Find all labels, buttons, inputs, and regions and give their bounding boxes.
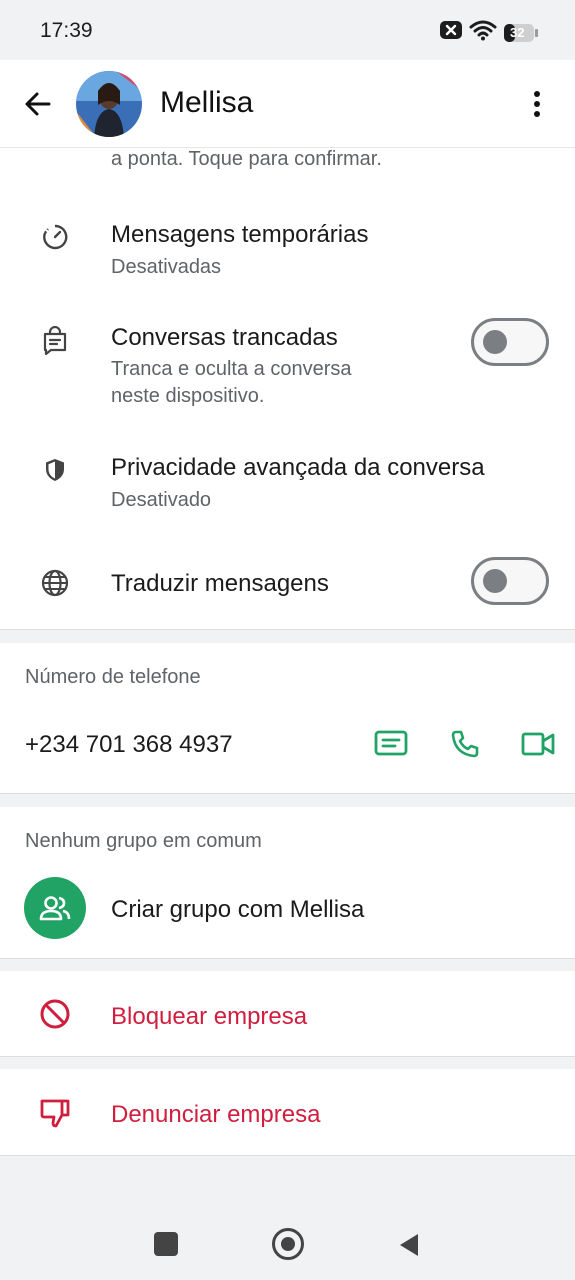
report-card[interactable]: Denunciar empresa xyxy=(0,1069,575,1156)
groups-card: Nenhum grupo em comum Criar grupo com Me… xyxy=(0,807,575,959)
more-vert-icon xyxy=(534,91,540,117)
locked-chats-toggle[interactable] xyxy=(471,318,549,366)
battery-icon: 32 xyxy=(503,23,539,43)
triangle-back-icon xyxy=(400,1234,418,1256)
block-icon xyxy=(38,997,72,1031)
report-business-label: Denunciar empresa xyxy=(111,1101,321,1128)
contact-name[interactable]: Mellisa xyxy=(160,86,253,120)
toggle-knob xyxy=(483,330,507,354)
locked-chat-icon xyxy=(38,324,72,358)
phone-card: Número de telefone +234 701 368 4937 xyxy=(0,643,575,794)
phone-number[interactable]: +234 701 368 4937 xyxy=(25,731,233,759)
groups-section-label: Nenhum grupo em comum xyxy=(25,830,262,852)
disappearing-messages-title: Mensagens temporárias xyxy=(111,221,369,248)
disappearing-messages-subtitle: Desativadas xyxy=(111,256,222,278)
phone-icon xyxy=(451,730,479,758)
thumbs-down-icon xyxy=(38,1096,72,1130)
translate-messages-title: Traduzir mensagens xyxy=(111,570,329,597)
advanced-privacy-subtitle: Desativado xyxy=(111,489,212,511)
call-button[interactable] xyxy=(445,724,485,764)
home-button[interactable] xyxy=(272,1228,304,1260)
recents-button[interactable] xyxy=(154,1232,178,1256)
back-button[interactable] xyxy=(18,84,58,124)
avatar[interactable] xyxy=(76,71,142,137)
message-button[interactable] xyxy=(371,724,411,764)
battery-level: 32 xyxy=(510,24,525,40)
globe-icon xyxy=(38,566,72,600)
video-icon xyxy=(521,732,555,756)
group-add-icon xyxy=(24,877,86,939)
phone-section-label: Número de telefone xyxy=(25,666,201,688)
toggle-knob xyxy=(483,569,507,593)
arrow-left-icon xyxy=(25,92,51,116)
create-group-label: Criar grupo com Mellisa xyxy=(111,896,365,923)
status-bar: 17:39 32 xyxy=(0,0,575,60)
shield-icon xyxy=(38,453,72,487)
block-card[interactable]: Bloquear empresa xyxy=(0,971,575,1057)
video-call-button[interactable] xyxy=(518,724,558,764)
message-icon xyxy=(374,730,408,756)
locked-chats-subtitle-2: neste dispositivo. xyxy=(111,385,265,407)
status-time: 17:39 xyxy=(40,19,93,42)
advanced-privacy-title: Privacidade avançada da conversa xyxy=(111,454,485,481)
block-business-label: Bloquear empresa xyxy=(111,1003,308,1030)
chat-settings-card: a ponta. Toque para confirmar. Mensagens… xyxy=(0,148,575,630)
home-dot xyxy=(281,1237,295,1251)
locked-chats-subtitle-1: Tranca e oculta a conversa xyxy=(111,358,352,380)
app-bar: Mellisa xyxy=(0,60,575,148)
timer-icon xyxy=(38,220,72,254)
status-icons: 32 xyxy=(439,19,539,46)
system-nav-bar xyxy=(0,1200,575,1280)
wifi-icon xyxy=(469,19,497,46)
locked-chats-title: Conversas trancadas xyxy=(111,324,338,351)
cut-off-text: a ponta. Toque para confirmar. xyxy=(111,148,382,170)
back-nav-button[interactable] xyxy=(398,1232,420,1263)
notification-x-icon xyxy=(439,19,463,46)
translate-messages-toggle[interactable] xyxy=(471,557,549,605)
more-options-button[interactable] xyxy=(517,84,557,124)
